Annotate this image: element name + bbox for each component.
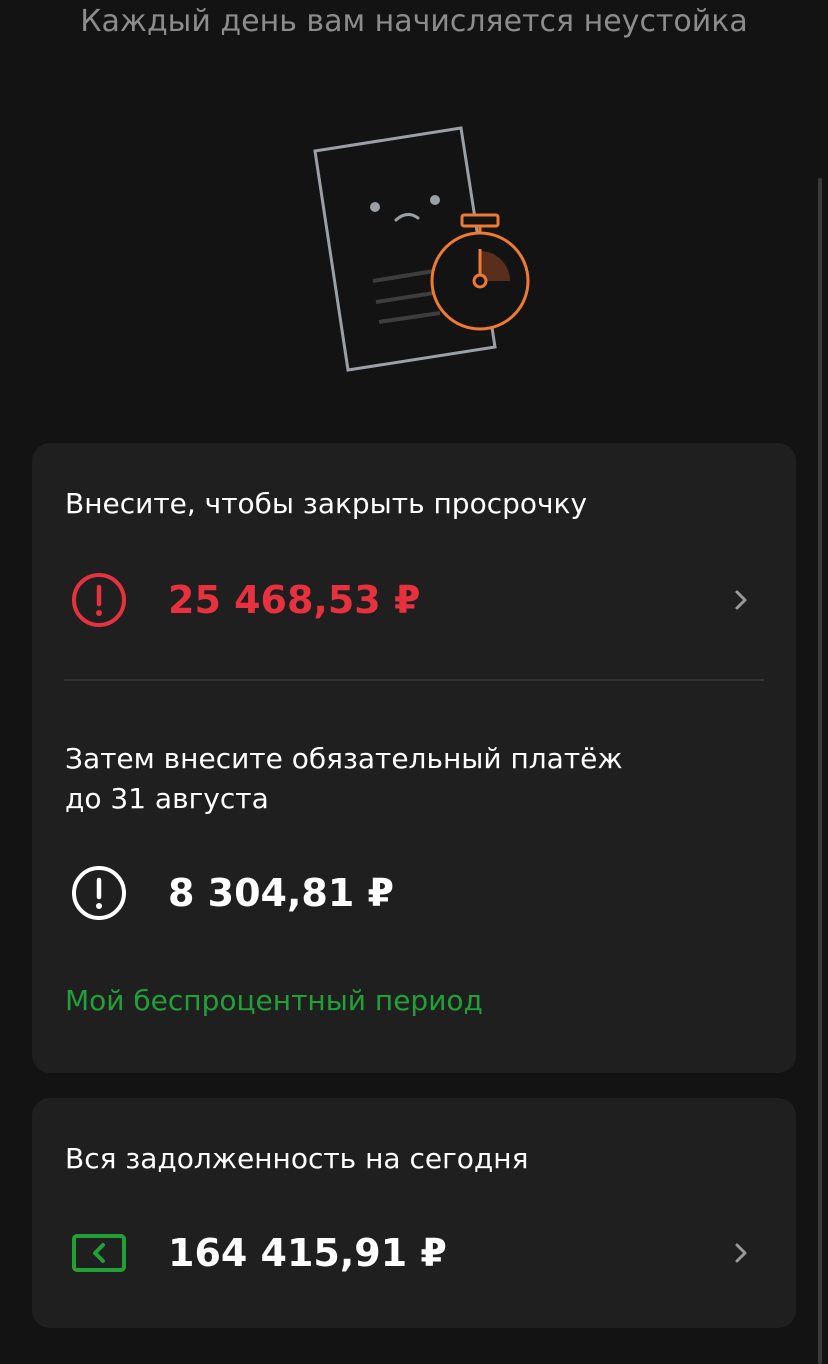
next-payment-title-line1: Затем внесите обязательный платёж xyxy=(65,742,623,775)
divider xyxy=(64,679,764,681)
alert-circle-icon xyxy=(70,864,128,922)
next-payment-title-line2: до 31 августа xyxy=(65,782,269,815)
next-payment-title: Затем внесите обязательный платёж до 31 … xyxy=(65,739,623,819)
next-payment-amount-row: 8 304,81 ₽ xyxy=(32,853,796,933)
overdue-amount-row[interactable]: 25 468,53 ₽ xyxy=(32,560,796,640)
total-debt-amount: 164 415,91 ₽ xyxy=(168,1231,447,1275)
overdue-amount: 25 468,53 ₽ xyxy=(168,578,421,622)
overdue-illustration xyxy=(300,118,550,388)
chevron-right-icon xyxy=(728,1240,754,1266)
scrollbar[interactable] xyxy=(818,178,822,1364)
page: Каждый день вам начисляется неустойка Вн… xyxy=(0,0,828,1364)
chevron-right-icon xyxy=(728,587,754,613)
overdue-card: Внесите, чтобы закрыть просрочку 25 468,… xyxy=(32,443,796,1073)
penalty-subtitle: Каждый день вам начисляется неустойка xyxy=(80,4,748,39)
grace-period-link[interactable]: Мой беспроцентный период xyxy=(65,981,483,1021)
card-back-icon xyxy=(70,1224,128,1282)
total-debt-title: Вся задолженность на сегодня xyxy=(65,1142,529,1175)
alert-circle-icon xyxy=(70,571,128,629)
total-debt-card: Вся задолженность на сегодня 164 415,91 … xyxy=(32,1098,796,1328)
sad-document-stopwatch-icon xyxy=(313,126,530,372)
overdue-title: Внесите, чтобы закрыть просрочку xyxy=(65,487,588,520)
total-debt-amount-row[interactable]: 164 415,91 ₽ xyxy=(32,1213,796,1293)
next-payment-amount: 8 304,81 ₽ xyxy=(168,871,394,915)
